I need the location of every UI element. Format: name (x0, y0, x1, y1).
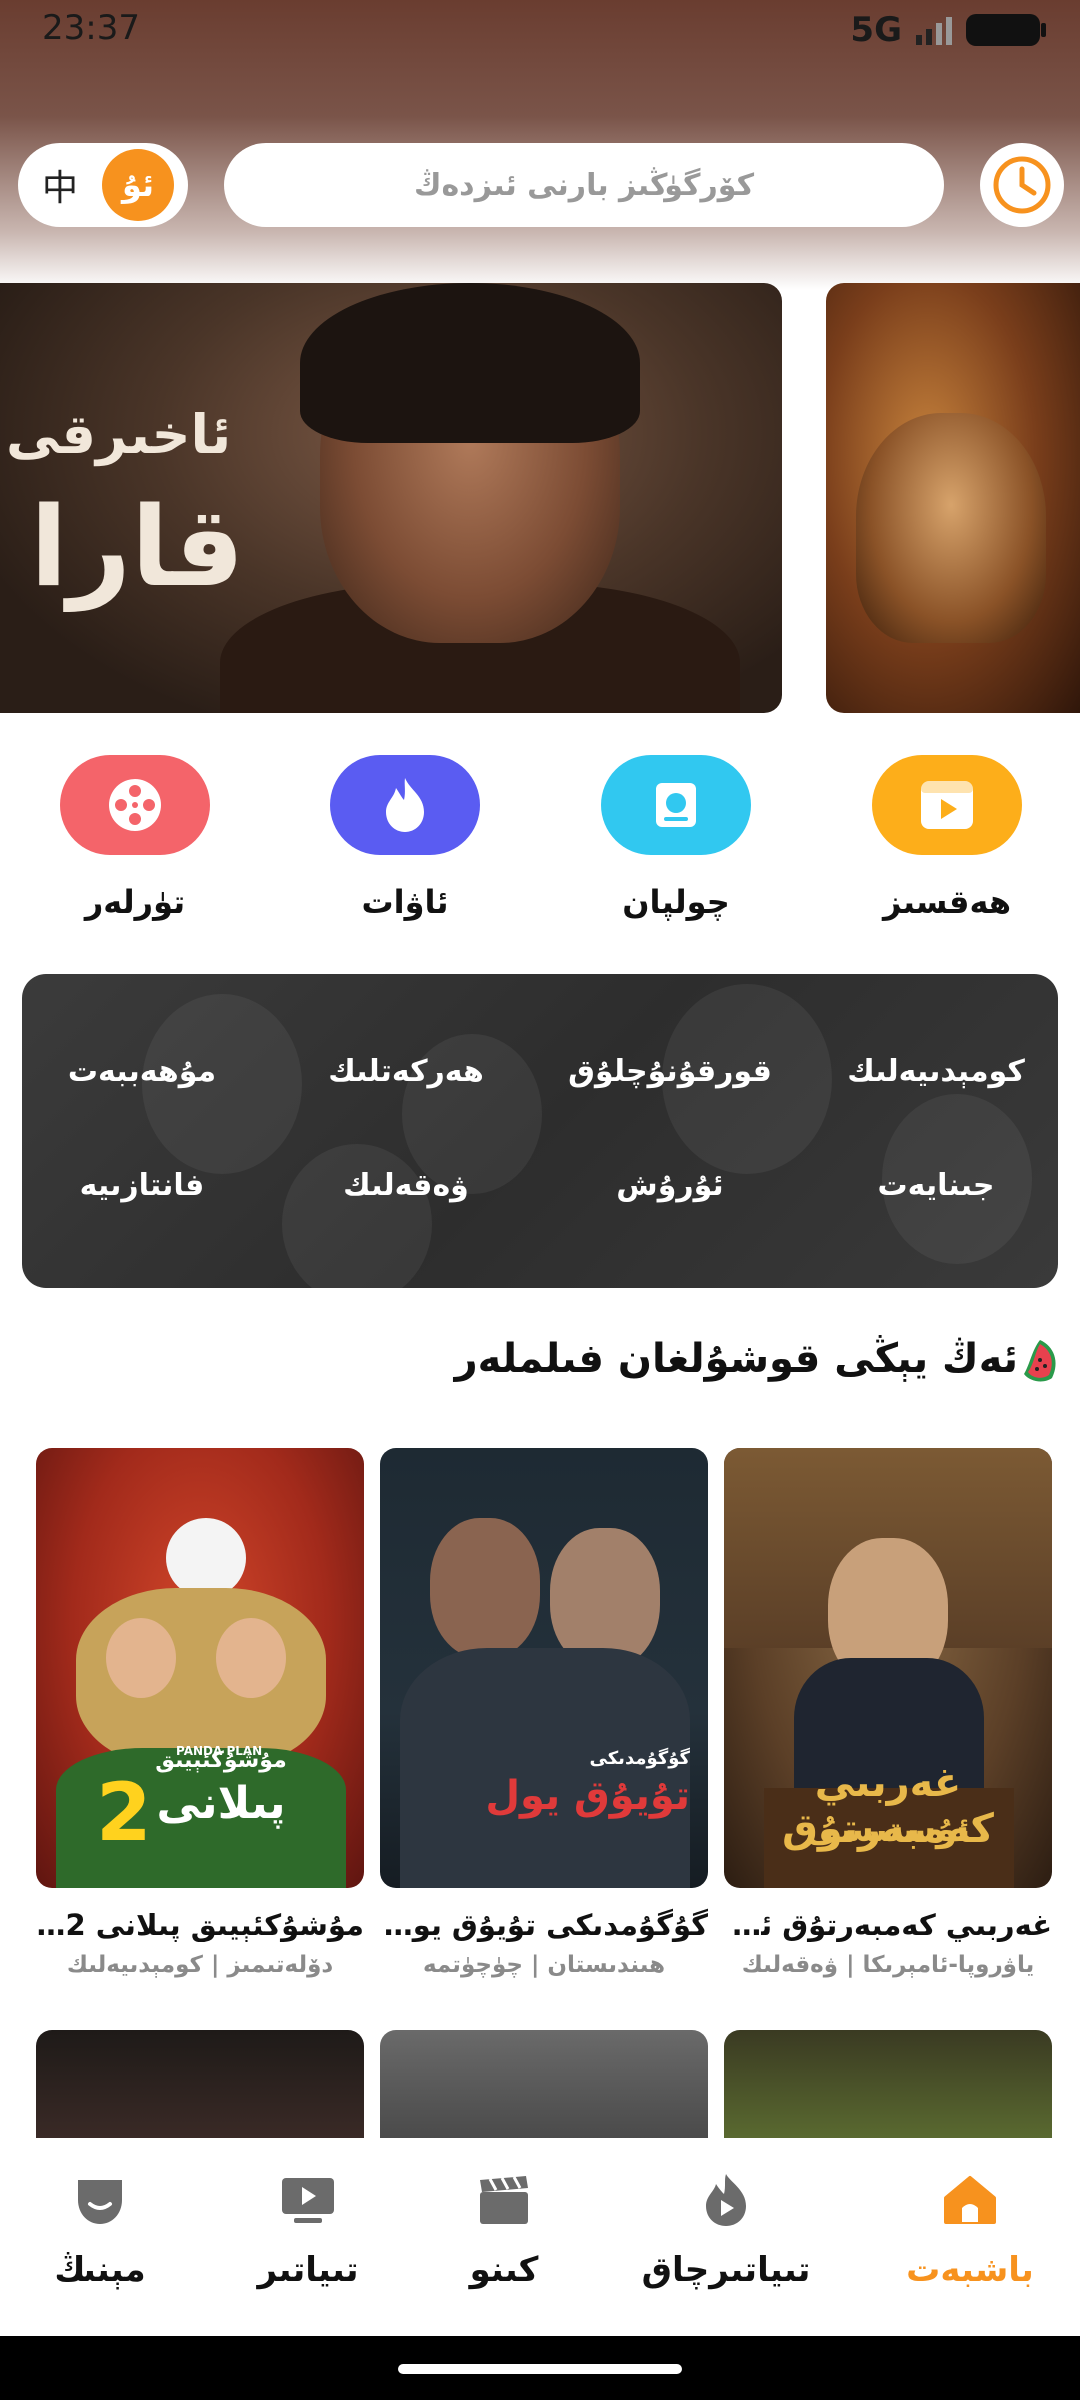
battery-icon (966, 14, 1046, 46)
movie-title[interactable]: مۇشۇكئېيىق پىلانى 2: ... (36, 1908, 364, 1942)
nav-home[interactable]: باشبەت (880, 2168, 1060, 2290)
bottom-navigation: باشبەت تىياتىرچاق كىنو تىياتىر مېنىڭ (0, 2138, 1080, 2336)
movie-poster[interactable]: گۇگۇمدىكى تۇيۇق يول (380, 1448, 708, 1888)
category-types-icon (60, 755, 210, 855)
movie-poster[interactable]: مۇشۇكئېيىق پىلانى 2 PANDA PLAN (36, 1448, 364, 1888)
movie-meta: دۆلەتىمىز | كومېدىيەلىك (66, 1952, 334, 1978)
genre-fantasy[interactable]: فانتازىيە (22, 1168, 262, 1203)
banner-next-helmet-image (856, 413, 1046, 643)
poster-panda-head (166, 1518, 246, 1598)
ticket-icon (656, 783, 696, 827)
category-free-label: ھەقسىز (882, 883, 1012, 921)
nav-short-drama-label: تىياتىرچاق (641, 2250, 811, 2290)
genre-action[interactable]: ھەركەتلىك (286, 1054, 526, 1089)
category-free-icon (872, 755, 1022, 855)
category-hot[interactable]: ئاۋات (330, 755, 480, 921)
signal-icon (916, 15, 952, 45)
movie-card[interactable]: مۇشۇكئېيىق پىلانى 2 PANDA PLAN مۇشۇكئېيى… (36, 1448, 364, 1978)
clock-icon (993, 156, 1051, 214)
nav-mine-label: مېنىڭ (54, 2250, 146, 2290)
movie-card[interactable]: غەربىي كەمبەرتۇق ئۇستىسى غەربىي كەمبەرتۇ… (724, 1448, 1052, 1978)
genre-drama[interactable]: ۋەقەلىك (286, 1168, 526, 1203)
nav-theater[interactable]: تىياتىر (218, 2168, 398, 2290)
network-label: 5G (850, 10, 902, 50)
genre-horror[interactable]: قورقۇنۇچلۇق (550, 1054, 790, 1089)
category-hot-label: ئاۋات (361, 883, 449, 921)
poster-title-small: گۇگۇمدىكى (589, 1748, 691, 1769)
category-star-icon (601, 755, 751, 855)
movie-poster-row2-1[interactable] (724, 2030, 1052, 2140)
history-button[interactable] (980, 143, 1064, 227)
movie-title[interactable]: گۇگۇمدىكى تۇيۇق يول ... (380, 1908, 708, 1942)
category-hot-icon (330, 755, 480, 855)
movie-title[interactable]: غەربىي كەمبەرتۇق ئۇست... (724, 1908, 1052, 1942)
tv-play-icon (282, 2178, 334, 2223)
poster-cast-face-2 (216, 1618, 286, 1698)
category-star[interactable]: چولپان (601, 755, 751, 921)
poster-english-title: PANDA PLAN (176, 1744, 263, 1758)
genre-war[interactable]: ئۇرۇش (550, 1168, 790, 1203)
poster-figure-woman-face (430, 1518, 540, 1658)
movie-poster-row2-2[interactable] (380, 2030, 708, 2140)
poster-cast-face-1 (106, 1618, 176, 1698)
film-reel-icon (109, 779, 161, 831)
nav-theater-label: تىياتىر (257, 2250, 359, 2290)
category-star-label: چولپان (622, 883, 730, 921)
nav-mine[interactable]: مېنىڭ (10, 2168, 190, 2290)
banner-slide-next[interactable] (826, 283, 1080, 713)
poster-title-big: تۇيۇق يول (485, 1773, 690, 1819)
genre-romance[interactable]: مۇھەببەت (22, 1054, 262, 1089)
profile-icon (78, 2180, 122, 2224)
flame-icon (386, 778, 424, 832)
movie-meta: ياۋروپا-ئامېرىكا | ۋەقەلىك (741, 1952, 1035, 1978)
movie-meta: ھىندىستان | چۈچۈتمە (422, 1952, 666, 1978)
clapperboard-icon (480, 2176, 528, 2224)
banner-figure-hair (300, 283, 640, 443)
poster-sequel-number: 2 (96, 1766, 152, 1859)
genre-comedy[interactable]: كومېدىيەلىك (816, 1054, 1056, 1089)
movie-card[interactable]: گۇگۇمدىكى تۇيۇق يول گۇگۇمدىكى تۇيۇق يول … (380, 1448, 708, 1978)
language-switch[interactable]: 中 ئۇ (18, 143, 188, 227)
video-icon (921, 781, 973, 829)
nav-movie[interactable]: كىنو (414, 2168, 594, 2290)
movie-poster[interactable]: غەربىي كەمبەرتۇق ئۇستىسى (724, 1448, 1052, 1888)
flame-play-icon (706, 2174, 746, 2226)
category-types-label: تۈرلەر (84, 883, 186, 921)
lang-uyghur-option[interactable]: ئۇ (102, 149, 174, 221)
status-time: 23:37 (42, 8, 140, 48)
section-title: ئەڭ يېڭى قوشۇلغان فىلملەر (454, 1336, 1018, 1382)
lang-chinese-option[interactable]: 中 (18, 159, 102, 211)
nav-short-drama[interactable]: تىياتىرچاق (636, 2168, 816, 2290)
status-bar: 23:37 5G (0, 0, 1080, 60)
banner-title-line2: قارا (30, 483, 245, 611)
nav-home-label: باشبەت (906, 2250, 1034, 2290)
banner-title-line1: ئاخىرقى (6, 403, 232, 466)
nav-movie-label: كىنو (469, 2250, 539, 2290)
search-bar[interactable]: كۆرگۈڭىز بارنى ئىزدەڭ (224, 143, 944, 227)
banner-slide-main[interactable]: ئاخىرقى قارا (0, 283, 782, 713)
search-placeholder: كۆرگۈڭىز بارنى ئىزدەڭ (413, 167, 755, 203)
system-gesture-bar (0, 2336, 1080, 2400)
genre-crime[interactable]: جىنايەت (816, 1168, 1056, 1203)
home-icon (944, 2176, 996, 2224)
genre-panel: كومېدىيەلىك قورقۇنۇچلۇق ھەركەتلىك مۇھەبب… (22, 974, 1058, 1288)
poster-figure-man-face (550, 1528, 660, 1668)
home-indicator[interactable] (398, 2364, 682, 2374)
category-types[interactable]: تۈرلەر (60, 755, 210, 921)
poster-title-text-line2: ئۇستىسى (805, 1810, 971, 1850)
movie-poster-row2-3[interactable] (36, 2030, 364, 2140)
watermelon-icon (1024, 1340, 1056, 1382)
category-free[interactable]: ھەقسىز (872, 755, 1022, 921)
